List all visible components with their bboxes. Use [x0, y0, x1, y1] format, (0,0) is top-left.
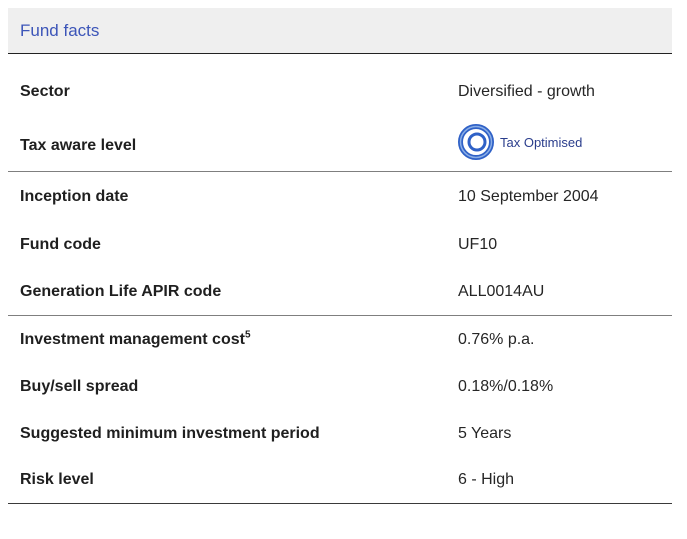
- fact-row-investment-management-cost: Investment management cost5 0.76% p.a.: [8, 316, 672, 363]
- tax-optimised-ring-icon: [458, 124, 494, 160]
- fact-label: Suggested minimum investment period: [20, 424, 320, 442]
- fact-value: 0.18%/0.18%: [458, 377, 554, 395]
- fact-label-text: Investment management cost: [20, 330, 245, 348]
- fact-row-inception-date: Inception date 10 September 2004: [8, 172, 672, 221]
- fact-value: 0.76% p.a.: [458, 330, 535, 348]
- tax-optimised-badge: Tax Optimised: [458, 124, 582, 160]
- footnote-marker: 5: [244, 329, 251, 341]
- fact-label: Generation Life APIR code: [20, 282, 222, 300]
- fact-label: Inception date: [20, 187, 129, 205]
- fact-value: 10 September 2004: [458, 187, 599, 205]
- fact-label: Risk level: [20, 471, 94, 488]
- fund-facts-group-2: Inception date 10 September 2004 Fund co…: [8, 172, 672, 316]
- fact-row-minimum-investment-period: Suggested minimum investment period 5 Ye…: [8, 410, 672, 457]
- fact-label: Investment management cost5: [8, 329, 458, 349]
- fact-row-risk-level: Risk level 6 - High: [8, 457, 672, 503]
- fact-label: Tax aware level: [20, 137, 137, 154]
- fund-facts-group-3: Investment management cost5 0.76% p.a. B…: [8, 316, 672, 504]
- fact-label: Buy/sell spread: [20, 377, 139, 395]
- fact-value: 5 Years: [458, 424, 512, 442]
- fact-value: 6 - High: [458, 471, 515, 488]
- tax-optimised-label: Tax Optimised: [500, 134, 583, 150]
- fact-label: Fund code: [20, 235, 101, 253]
- fund-facts-panel: Fund facts Sector Diversified - growth T…: [8, 8, 672, 528]
- fact-row-apir-code: Generation Life APIR code ALL0014AU: [8, 268, 672, 315]
- fact-value: UF10: [458, 235, 498, 253]
- fact-row-tax-aware-level: Tax aware level Tax Optimised: [8, 123, 672, 171]
- fund-facts-title: Fund facts: [20, 20, 100, 40]
- fund-facts-header: Fund facts: [8, 8, 672, 54]
- fact-value: ALL0014AU: [458, 282, 545, 300]
- fact-row-buy-sell-spread: Buy/sell spread 0.18%/0.18%: [8, 363, 672, 410]
- fact-value: Diversified - growth: [458, 83, 595, 100]
- fact-row-sector: Sector Diversified - growth: [8, 54, 672, 123]
- fact-row-fund-code: Fund code UF10: [8, 221, 672, 268]
- fund-facts-group-1: Sector Diversified - growth Tax aware le…: [8, 54, 672, 172]
- fact-label: Sector: [20, 83, 70, 100]
